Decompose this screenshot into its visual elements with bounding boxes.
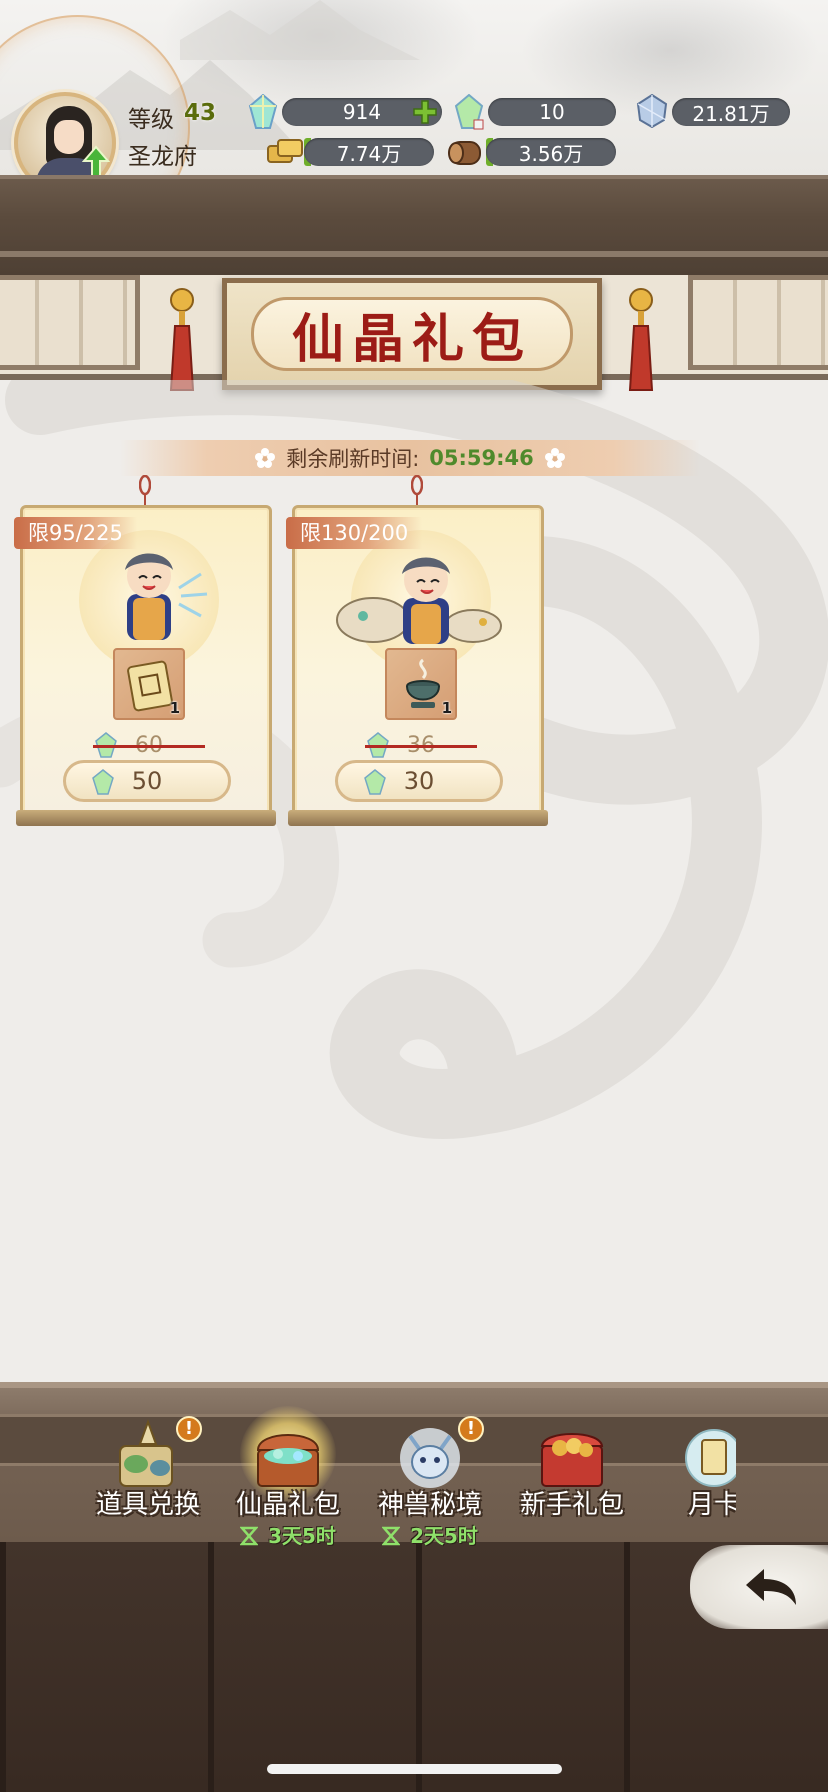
buy-button[interactable]: 50	[63, 760, 231, 802]
reward-item-slot[interactable]: 1	[385, 648, 457, 720]
floor-plank	[208, 1542, 416, 1792]
scholar-hero-icon	[125, 553, 208, 640]
spirit-stone-icon	[636, 94, 668, 128]
purchase-limit-tag: 限95/225	[14, 517, 137, 549]
flower-icon	[255, 448, 276, 468]
wood-amount: 3.56万	[518, 141, 584, 166]
pack-card[interactable]: 1 60 50 限95/225	[14, 475, 276, 826]
refresh-countdown: 05:59:46	[429, 446, 534, 470]
card-base	[288, 810, 548, 826]
nav-item-item-exchange[interactable]: ! 道具兑换	[78, 1412, 218, 1552]
refresh-label: 剩余刷新时间:	[286, 447, 420, 471]
item-count: 1	[169, 699, 180, 717]
refresh-banner: 剩余刷新时间: 05:59:46	[120, 440, 700, 476]
floor-plank	[0, 1542, 208, 1792]
nav-label: 新手礼包	[519, 1490, 624, 1520]
buy-button[interactable]: 30	[335, 760, 503, 802]
lattice-window-right	[688, 275, 828, 370]
bound-crystal-amount: 10	[539, 100, 565, 124]
gold-amount: 7.74万	[336, 141, 402, 166]
home-indicator[interactable]	[267, 1764, 562, 1774]
title-board: 仙晶礼包	[222, 278, 602, 390]
card-hook-icon	[139, 475, 151, 505]
alert-badge: !	[458, 1416, 484, 1442]
wood-counter: 3.56万	[486, 138, 616, 166]
nav-label: 神兽秘境	[377, 1490, 482, 1520]
back-button[interactable]	[690, 1545, 828, 1629]
tassel-left-icon	[169, 288, 195, 391]
avatar-face	[54, 120, 84, 154]
pack-card-body: 1 36 30	[292, 505, 544, 817]
reward-item-slot[interactable]: 1	[113, 648, 185, 720]
nav-timer: 3天5时	[218, 1520, 358, 1549]
crystal-icon	[92, 769, 114, 795]
card-base	[16, 810, 276, 826]
alert-badge: !	[176, 1416, 202, 1442]
nav-clip: 月卡	[644, 1412, 736, 1552]
pack-card-body: 1 60 50	[20, 505, 272, 817]
nav-label: 月卡	[687, 1490, 736, 1520]
level-value: 43	[184, 100, 217, 126]
hourglass-icon	[381, 1526, 401, 1546]
flower-icon	[544, 448, 565, 468]
crystal-amount: 914	[342, 100, 382, 124]
back-arrow-icon	[746, 1569, 796, 1605]
nav-item-divine-beast-realm[interactable]: ! 神兽秘境 2天5时	[360, 1412, 500, 1552]
nav-label: 仙晶礼包	[235, 1490, 340, 1520]
price-value: 30	[403, 767, 435, 795]
lattice-window-left	[0, 275, 140, 370]
merchant-hero-icon	[336, 557, 502, 644]
price-strikethrough	[93, 745, 205, 748]
gold-counter: 7.74万	[304, 138, 434, 166]
beam-trim	[0, 251, 828, 257]
title-scroll: 仙晶礼包	[251, 297, 573, 371]
original-price: 36	[365, 730, 477, 760]
nav-label: 道具兑换	[95, 1490, 200, 1520]
nav-item-newbie-pack[interactable]: 新手礼包	[502, 1412, 642, 1552]
nav-timer-value: 3天5时	[268, 1524, 336, 1548]
nav-timer: 2天5时	[360, 1520, 500, 1549]
tassel-right-icon	[628, 288, 654, 391]
level-label: 等级	[128, 107, 174, 133]
nav-timer-value: 2天5时	[410, 1524, 478, 1548]
crystal-icon	[364, 769, 386, 795]
item-count: 1	[441, 699, 452, 717]
floor-plank	[416, 1542, 624, 1792]
nav-item-crystal-pack[interactable]: 仙晶礼包 3天5时	[218, 1406, 358, 1552]
nav-item-monthly-card[interactable]: 月卡	[644, 1412, 736, 1552]
original-price: 60	[93, 730, 205, 760]
wooden-beam	[0, 175, 828, 275]
card-hook-icon	[411, 475, 423, 505]
residence-name: 圣龙府	[128, 144, 197, 170]
crystal-icon	[248, 94, 278, 129]
add-crystal-plus-icon[interactable]	[412, 99, 438, 125]
bound-crystal-icon	[454, 94, 484, 130]
spirit-stone-counter: 21.81万	[672, 98, 790, 126]
spirit-stone-amount: 21.81万	[692, 101, 770, 126]
hourglass-icon	[239, 1526, 259, 1546]
price-value: 50	[131, 767, 163, 795]
bound-crystal-counter: 10	[488, 98, 616, 126]
page-title: 仙晶礼包	[291, 308, 532, 370]
purchase-limit-tag: 限130/200	[286, 517, 423, 549]
price-strikethrough	[365, 745, 477, 748]
wood-log-icon	[448, 141, 481, 165]
pack-card[interactable]: 1 36 30 限130/200	[286, 475, 548, 826]
gold-ingot-icon	[267, 139, 303, 163]
